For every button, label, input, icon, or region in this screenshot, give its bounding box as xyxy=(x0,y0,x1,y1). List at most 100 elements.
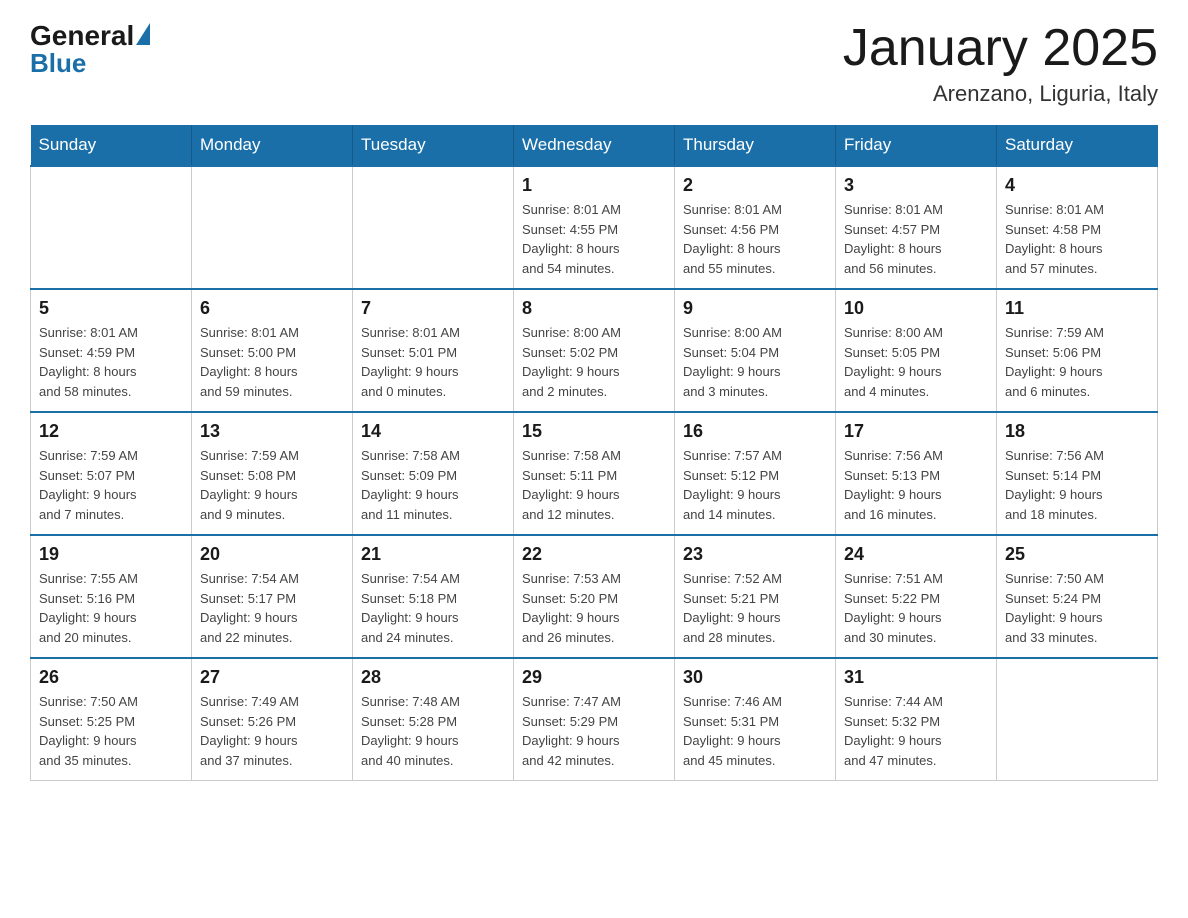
day-info: Sunrise: 8:00 AM Sunset: 5:05 PM Dayligh… xyxy=(844,323,988,401)
calendar-cell: 23Sunrise: 7:52 AM Sunset: 5:21 PM Dayli… xyxy=(675,535,836,658)
day-info: Sunrise: 7:55 AM Sunset: 5:16 PM Dayligh… xyxy=(39,569,183,647)
day-info: Sunrise: 7:57 AM Sunset: 5:12 PM Dayligh… xyxy=(683,446,827,524)
day-info: Sunrise: 7:46 AM Sunset: 5:31 PM Dayligh… xyxy=(683,692,827,770)
day-info: Sunrise: 8:01 AM Sunset: 4:59 PM Dayligh… xyxy=(39,323,183,401)
day-info: Sunrise: 7:59 AM Sunset: 5:07 PM Dayligh… xyxy=(39,446,183,524)
calendar-cell: 22 Sunrise: 7:53 AM Sunset: 5:20 PM Dayli… xyxy=(514,535,675,658)
day-info: Sunrise: 8:01 AM Sunset: 4:58 PM Dayligh… xyxy=(1005,200,1149,278)
calendar-cell: 26 Sunrise: 7:50 AM Sunset: 5:25 PM Dayli… xyxy=(31,658,192,781)
day-number: 12 xyxy=(39,421,183,442)
day-info: Sunrise: 7:51 AM Sunset: 5:22 PM Dayligh… xyxy=(844,569,988,647)
calendar-cell: 18Sunrise: 7:56 AM Sunset: 5:14 PM Dayli… xyxy=(997,412,1158,535)
day-number: 29 xyxy=(522,667,666,688)
day-number: 15 xyxy=(522,421,666,442)
day-number: 17 xyxy=(844,421,988,442)
calendar-cell: 24 Sunrise: 7:51 AM Sunset: 5:22 PM Dayli… xyxy=(836,535,997,658)
calendar-cell: 21Sunrise: 7:54 AM Sunset: 5:18 PM Dayli… xyxy=(353,535,514,658)
day-number: 14 xyxy=(361,421,505,442)
day-info: Sunrise: 8:00 AM Sunset: 5:04 PM Dayligh… xyxy=(683,323,827,401)
day-number: 24 xyxy=(844,544,988,565)
calendar-subtitle: Arenzano, Liguria, Italy xyxy=(843,81,1158,107)
day-number: 13 xyxy=(200,421,344,442)
day-header-friday: Friday xyxy=(836,125,997,166)
calendar-cell: 5Sunrise: 8:01 AM Sunset: 4:59 PM Daylig… xyxy=(31,289,192,412)
day-number: 16 xyxy=(683,421,827,442)
calendar-cell: 27 Sunrise: 7:49 AM Sunset: 5:26 PM Dayli… xyxy=(192,658,353,781)
day-info: Sunrise: 8:00 AM Sunset: 5:02 PM Dayligh… xyxy=(522,323,666,401)
day-number: 6 xyxy=(200,298,344,319)
day-number: 27 xyxy=(200,667,344,688)
calendar-cell: 1 Sunrise: 8:01 AM Sunset: 4:55 PM Daylig… xyxy=(514,166,675,289)
calendar-cell: 10Sunrise: 8:00 AM Sunset: 5:05 PM Dayli… xyxy=(836,289,997,412)
day-number: 2 xyxy=(683,175,827,196)
calendar-cell: 2 Sunrise: 8:01 AM Sunset: 4:56 PM Daylig… xyxy=(675,166,836,289)
day-info: Sunrise: 7:49 AM Sunset: 5:26 PM Dayligh… xyxy=(200,692,344,770)
day-info: Sunrise: 7:53 AM Sunset: 5:20 PM Dayligh… xyxy=(522,569,666,647)
day-number: 28 xyxy=(361,667,505,688)
day-info: Sunrise: 8:01 AM Sunset: 5:01 PM Dayligh… xyxy=(361,323,505,401)
logo: General Blue xyxy=(30,20,150,79)
day-info: Sunrise: 7:50 AM Sunset: 5:24 PM Dayligh… xyxy=(1005,569,1149,647)
day-number: 30 xyxy=(683,667,827,688)
day-number: 31 xyxy=(844,667,988,688)
calendar-cell: 15 Sunrise: 7:58 AM Sunset: 5:11 PM Dayli… xyxy=(514,412,675,535)
page-header: General Blue January 2025 Arenzano, Ligu… xyxy=(30,20,1158,107)
calendar-cell: 6 Sunrise: 8:01 AM Sunset: 5:00 PM Daylig… xyxy=(192,289,353,412)
calendar-cell xyxy=(997,658,1158,781)
calendar-cell: 29 Sunrise: 7:47 AM Sunset: 5:29 PM Dayli… xyxy=(514,658,675,781)
day-info: Sunrise: 7:54 AM Sunset: 5:17 PM Dayligh… xyxy=(200,569,344,647)
day-info: Sunrise: 7:58 AM Sunset: 5:11 PM Dayligh… xyxy=(522,446,666,524)
day-header-tuesday: Tuesday xyxy=(353,125,514,166)
day-header-saturday: Saturday xyxy=(997,125,1158,166)
day-header-wednesday: Wednesday xyxy=(514,125,675,166)
calendar-cell: 12 Sunrise: 7:59 AM Sunset: 5:07 PM Dayli… xyxy=(31,412,192,535)
day-info: Sunrise: 7:48 AM Sunset: 5:28 PM Dayligh… xyxy=(361,692,505,770)
calendar-week-row: 26 Sunrise: 7:50 AM Sunset: 5:25 PM Dayli… xyxy=(31,658,1158,781)
day-number: 26 xyxy=(39,667,183,688)
day-header-monday: Monday xyxy=(192,125,353,166)
logo-blue-text: Blue xyxy=(30,48,86,79)
day-info: Sunrise: 8:01 AM Sunset: 4:55 PM Dayligh… xyxy=(522,200,666,278)
calendar-cell: 13 Sunrise: 7:59 AM Sunset: 5:08 PM Dayli… xyxy=(192,412,353,535)
day-number: 7 xyxy=(361,298,505,319)
calendar-cell xyxy=(353,166,514,289)
day-number: 20 xyxy=(200,544,344,565)
day-info: Sunrise: 7:59 AM Sunset: 5:06 PM Dayligh… xyxy=(1005,323,1149,401)
calendar-cell: 30 Sunrise: 7:46 AM Sunset: 5:31 PM Dayli… xyxy=(675,658,836,781)
calendar-table: SundayMondayTuesdayWednesdayThursdayFrid… xyxy=(30,125,1158,781)
day-info: Sunrise: 7:47 AM Sunset: 5:29 PM Dayligh… xyxy=(522,692,666,770)
calendar-cell: 3Sunrise: 8:01 AM Sunset: 4:57 PM Daylig… xyxy=(836,166,997,289)
title-section: January 2025 Arenzano, Liguria, Italy xyxy=(843,20,1158,107)
day-info: Sunrise: 7:59 AM Sunset: 5:08 PM Dayligh… xyxy=(200,446,344,524)
calendar-week-row: 19 Sunrise: 7:55 AM Sunset: 5:16 PM Dayli… xyxy=(31,535,1158,658)
day-number: 11 xyxy=(1005,298,1149,319)
day-number: 1 xyxy=(522,175,666,196)
calendar-cell: 14 Sunrise: 7:58 AM Sunset: 5:09 PM Dayli… xyxy=(353,412,514,535)
day-number: 3 xyxy=(844,175,988,196)
calendar-cell: 8Sunrise: 8:00 AM Sunset: 5:02 PM Daylig… xyxy=(514,289,675,412)
day-info: Sunrise: 7:50 AM Sunset: 5:25 PM Dayligh… xyxy=(39,692,183,770)
day-info: Sunrise: 8:01 AM Sunset: 4:56 PM Dayligh… xyxy=(683,200,827,278)
day-number: 9 xyxy=(683,298,827,319)
calendar-week-row: 12 Sunrise: 7:59 AM Sunset: 5:07 PM Dayli… xyxy=(31,412,1158,535)
day-info: Sunrise: 8:01 AM Sunset: 5:00 PM Dayligh… xyxy=(200,323,344,401)
calendar-week-row: 5Sunrise: 8:01 AM Sunset: 4:59 PM Daylig… xyxy=(31,289,1158,412)
day-info: Sunrise: 7:52 AM Sunset: 5:21 PM Dayligh… xyxy=(683,569,827,647)
day-info: Sunrise: 7:58 AM Sunset: 5:09 PM Dayligh… xyxy=(361,446,505,524)
calendar-cell: 9 Sunrise: 8:00 AM Sunset: 5:04 PM Daylig… xyxy=(675,289,836,412)
calendar-title: January 2025 xyxy=(843,20,1158,77)
calendar-cell: 16 Sunrise: 7:57 AM Sunset: 5:12 PM Dayli… xyxy=(675,412,836,535)
calendar-cell: 20 Sunrise: 7:54 AM Sunset: 5:17 PM Dayli… xyxy=(192,535,353,658)
calendar-body: 1 Sunrise: 8:01 AM Sunset: 4:55 PM Daylig… xyxy=(31,166,1158,781)
logo-triangle-icon xyxy=(136,23,150,45)
day-info: Sunrise: 7:54 AM Sunset: 5:18 PM Dayligh… xyxy=(361,569,505,647)
calendar-week-row: 1 Sunrise: 8:01 AM Sunset: 4:55 PM Daylig… xyxy=(31,166,1158,289)
calendar-cell xyxy=(192,166,353,289)
calendar-cell: 19 Sunrise: 7:55 AM Sunset: 5:16 PM Dayli… xyxy=(31,535,192,658)
day-number: 4 xyxy=(1005,175,1149,196)
day-number: 19 xyxy=(39,544,183,565)
day-header-thursday: Thursday xyxy=(675,125,836,166)
calendar-cell: 7 Sunrise: 8:01 AM Sunset: 5:01 PM Daylig… xyxy=(353,289,514,412)
calendar-cell: 17Sunrise: 7:56 AM Sunset: 5:13 PM Dayli… xyxy=(836,412,997,535)
day-number: 22 xyxy=(522,544,666,565)
